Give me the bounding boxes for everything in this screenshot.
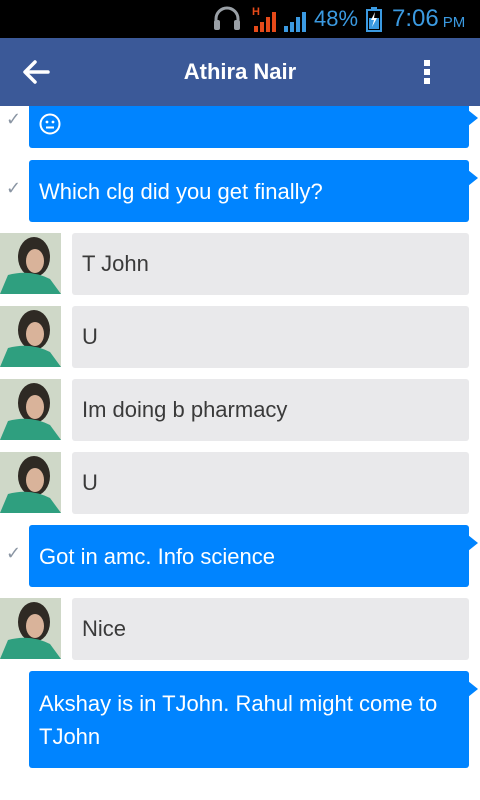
sent-message-bubble[interactable]: Got in amc. Info science: [29, 525, 478, 587]
message-row: Nice: [0, 598, 480, 660]
sent-check-icon: ✓: [6, 178, 22, 198]
message-row: Akshay is in TJohn. Rahul might come to …: [0, 671, 480, 768]
avatar[interactable]: [0, 233, 61, 294]
neutral-face-icon: [39, 113, 61, 135]
message-text: Im doing b pharmacy: [82, 397, 288, 422]
network-type-label: H: [252, 6, 260, 18]
message-row: ✓ Which clg did you get finally?: [0, 160, 480, 222]
message-text: Which clg did you get finally?: [39, 178, 323, 204]
app-header: Athira Nair: [0, 38, 480, 106]
status-time: 7:06 PM: [392, 0, 465, 38]
battery-icon: [366, 0, 382, 38]
avatar[interactable]: [0, 452, 61, 513]
battery-percent: 48%: [314, 6, 359, 31]
message-text: Got in amc. Info science: [39, 543, 275, 569]
message-row: U: [0, 306, 480, 368]
message-row: T John: [0, 233, 480, 295]
message-text: Akshay is in TJohn. Rahul might come to …: [39, 690, 438, 749]
conversation-title[interactable]: Athira Nair: [120, 38, 360, 106]
time-value: 7:06: [392, 5, 439, 32]
message-row: ✓ Got in amc. Info science: [0, 525, 480, 587]
sent-message-bubble[interactable]: Which clg did you get finally?: [29, 160, 478, 222]
received-message-bubble[interactable]: U: [72, 452, 469, 514]
signal-icon: [282, 0, 310, 38]
message-text: U: [82, 324, 98, 349]
message-row: U: [0, 452, 480, 514]
network-icon: H: [250, 0, 278, 38]
arrow-left-icon: [23, 60, 50, 84]
avatar[interactable]: [0, 598, 61, 659]
received-message-bubble[interactable]: T John: [72, 233, 469, 295]
sent-message-bubble[interactable]: [29, 106, 478, 148]
received-message-bubble[interactable]: Im doing b pharmacy: [72, 379, 469, 441]
sent-check-icon: ✓: [6, 543, 22, 563]
message-row: Im doing b pharmacy: [0, 379, 480, 441]
time-ampm: PM: [442, 13, 466, 31]
back-button[interactable]: [16, 52, 56, 92]
message-text: T John: [82, 251, 149, 276]
overflow-menu-button[interactable]: [410, 52, 444, 92]
avatar[interactable]: [0, 306, 61, 367]
avatar[interactable]: [0, 379, 61, 440]
sent-check-icon: ✓: [6, 109, 22, 129]
headset-icon: [212, 0, 242, 38]
message-text: U: [82, 470, 98, 495]
received-message-bubble[interactable]: Nice: [72, 598, 469, 660]
more-vertical-icon: [424, 60, 430, 84]
sent-message-bubble[interactable]: Akshay is in TJohn. Rahul might come to …: [29, 671, 478, 768]
message-list[interactable]: ✓ ✓ Which clg did you get finally? T Joh…: [0, 106, 480, 800]
status-bar: H 48% 7:06 PM: [0, 0, 480, 38]
received-message-bubble[interactable]: U: [72, 306, 469, 368]
message-text: Nice: [82, 616, 127, 641]
message-row: ✓: [0, 106, 480, 150]
